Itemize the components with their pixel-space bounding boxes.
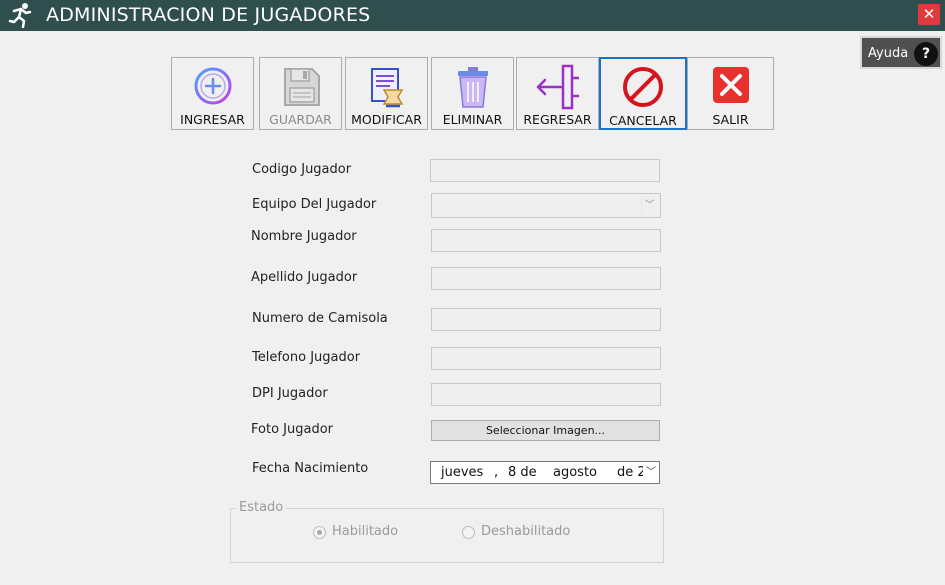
close-button[interactable]: ✕: [918, 4, 940, 25]
birthdate-picker[interactable]: jueves , 8 de agosto de 2 ﹀: [430, 461, 660, 484]
guardar-label: GUARDAR: [269, 112, 332, 127]
prohibited-icon: [623, 67, 663, 107]
radio-checked-icon: [313, 526, 326, 539]
equipo-label: Equipo Del Jugador: [252, 197, 377, 212]
nombre-input[interactable]: [431, 229, 661, 252]
habilitado-label: Habilitado: [332, 524, 399, 539]
chevron-down-icon[interactable]: ﹀: [641, 196, 657, 215]
camisola-label: Numero de Camisola: [252, 311, 388, 326]
dpi-label: DPI Jugador: [252, 386, 328, 401]
cancelar-button[interactable]: CANCELAR: [599, 57, 687, 130]
help-label: Ayuda: [868, 46, 909, 61]
help-button[interactable]: Ayuda ?: [860, 36, 942, 69]
equipo-select[interactable]: ﹀: [431, 193, 661, 218]
apellido-input[interactable]: [431, 267, 661, 290]
date-weekday: jueves: [441, 465, 484, 480]
date-day: 8 de: [508, 465, 537, 480]
ingresar-button[interactable]: INGRESAR: [171, 57, 254, 130]
select-image-button[interactable]: Seleccionar Imagen...: [431, 420, 660, 441]
salir-label: SALIR: [712, 112, 749, 127]
codigo-input[interactable]: [430, 159, 660, 182]
codigo-label: Codigo Jugador: [252, 162, 352, 177]
close-square-icon: [712, 67, 749, 103]
regresar-button[interactable]: REGRESAR: [516, 57, 599, 130]
telefono-input[interactable]: [431, 347, 661, 370]
modificar-label: MODIFICAR: [351, 112, 422, 127]
eliminar-label: ELIMINAR: [442, 112, 503, 127]
chevron-down-icon[interactable]: ﹀: [643, 462, 659, 483]
ingresar-label: INGRESAR: [180, 112, 245, 127]
floppy-disk-icon: [283, 68, 320, 106]
estado-group: Estado: [230, 500, 664, 563]
foto-label: Foto Jugador: [251, 422, 333, 437]
date-year: de 2: [617, 465, 646, 480]
date-month: agosto: [553, 465, 597, 480]
eliminar-button[interactable]: ELIMINAR: [431, 57, 514, 130]
back-arrow-icon: [536, 64, 579, 110]
guardar-button[interactable]: GUARDAR: [259, 57, 342, 130]
telefono-label: Telefono Jugador: [252, 350, 361, 365]
deshabilitado-label: Deshabilitado: [481, 524, 571, 539]
title-bar: ADMINISTRACION DE JUGADORES ✕: [0, 0, 945, 31]
camisola-input[interactable]: [431, 308, 661, 331]
salir-button[interactable]: SALIR: [687, 57, 774, 130]
dpi-input[interactable]: [431, 383, 661, 406]
running-man-icon: [8, 3, 32, 28]
edit-document-icon: [370, 68, 403, 108]
cancelar-label: CANCELAR: [609, 113, 677, 128]
window-title: ADMINISTRACION DE JUGADORES: [46, 4, 371, 26]
question-icon: ?: [914, 42, 938, 66]
fecha-label: Fecha Nacimiento: [252, 461, 369, 476]
modificar-button[interactable]: MODIFICAR: [345, 57, 428, 130]
trash-can-icon: [457, 67, 488, 108]
regresar-label: REGRESAR: [523, 112, 592, 127]
apellido-label: Apellido Jugador: [251, 270, 358, 285]
date-separator: ,: [494, 465, 499, 480]
radio-unchecked-icon: [462, 526, 475, 539]
estado-legend: Estado: [236, 500, 287, 515]
nombre-label: Nombre Jugador: [251, 229, 357, 244]
add-circle-icon: [194, 67, 231, 105]
